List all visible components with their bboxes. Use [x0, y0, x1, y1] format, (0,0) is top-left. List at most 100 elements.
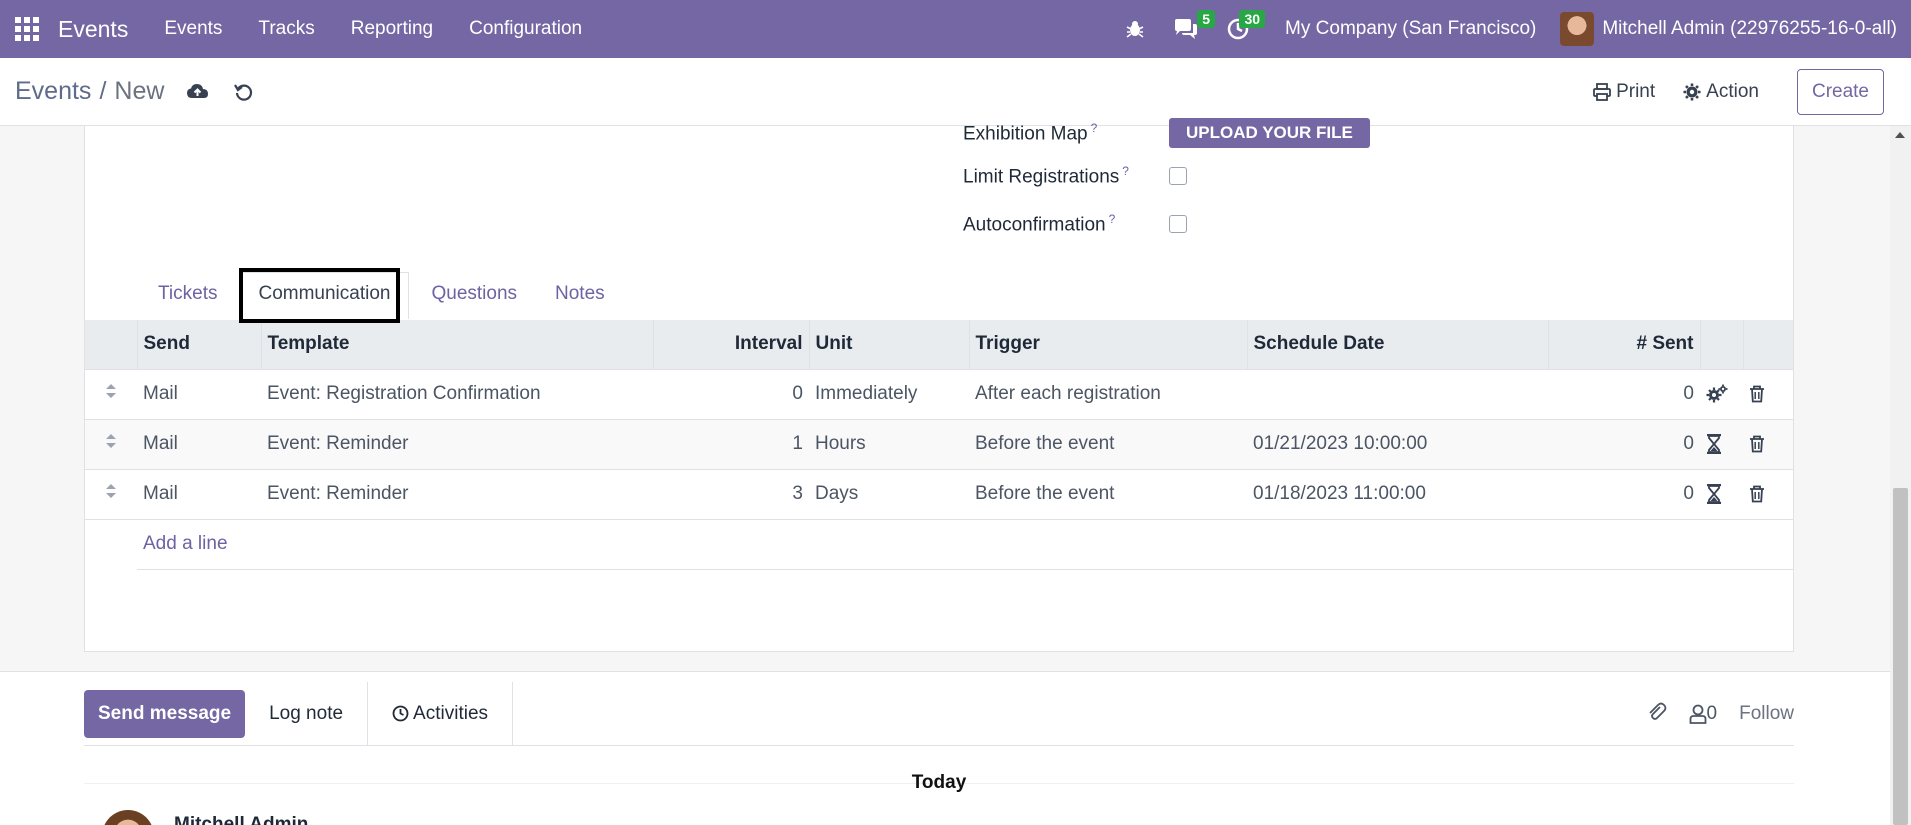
gear-icon — [1683, 83, 1701, 100]
tab-tickets[interactable]: Tickets — [139, 283, 236, 319]
activities-clock-icon[interactable]: 30 — [1213, 10, 1266, 40]
upload-file-button[interactable]: Upload your file — [1169, 118, 1370, 148]
scroll-up-arrow[interactable] — [1895, 132, 1905, 138]
form-sheet: Exhibition Map? Upload your file Limit R… — [84, 118, 1794, 652]
save-cloud-icon[interactable] — [186, 82, 210, 102]
tab-notes[interactable]: Notes — [536, 283, 624, 319]
cell-send: Mail — [137, 468, 261, 519]
chatter: Send message Log note Activities 0 Follo… — [0, 671, 1890, 825]
delete-icon[interactable] — [1743, 368, 1793, 419]
menu-tracks[interactable]: Tracks — [240, 18, 332, 40]
cell-interval: 0 — [653, 368, 809, 419]
delete-icon[interactable] — [1743, 468, 1793, 519]
limit-registrations-label: Limit Registrations? — [963, 164, 1129, 188]
drag-handle-icon[interactable] — [85, 368, 137, 419]
delete-icon[interactable] — [1743, 418, 1793, 469]
chatter-toolbar: Send message Log note Activities 0 Follo… — [84, 681, 1794, 746]
log-note-button[interactable]: Log note — [245, 681, 369, 746]
add-line-link[interactable]: Add a line — [143, 533, 228, 554]
cell-send: Mail — [137, 418, 261, 469]
exhibition-map-field: Exhibition Map? Upload your file — [963, 118, 1370, 148]
hourglass-icon — [1700, 418, 1743, 469]
action-label: Action — [1706, 80, 1759, 102]
menu-reporting[interactable]: Reporting — [333, 18, 451, 40]
app-brand[interactable]: Events — [54, 16, 146, 43]
table-row[interactable]: Mail Event: Registration Confirmation 0 … — [85, 368, 1793, 419]
cell-template: Event: Reminder — [261, 468, 653, 519]
cell-unit: Days — [809, 468, 969, 519]
header-delete — [1743, 320, 1793, 369]
cell-template: Event: Reminder — [261, 418, 653, 469]
cell-unit: Hours — [809, 418, 969, 469]
follow-button[interactable]: Follow — [1739, 703, 1794, 725]
limit-registrations-field: Limit Registrations? — [963, 164, 1187, 188]
add-line-row: Add a line — [85, 518, 1793, 570]
scroll-thumb[interactable] — [1893, 488, 1908, 825]
cell-interval: 3 — [653, 468, 809, 519]
user-menu[interactable]: Mitchell Admin (22976255-16-0-all) — [1560, 12, 1897, 46]
followers-button[interactable]: 0 — [1689, 703, 1717, 725]
table-row[interactable]: Mail Event: Reminder 1 Hours Before the … — [85, 418, 1793, 469]
notebook-tabs: Tickets Communication Questions Notes — [139, 271, 624, 319]
action-button[interactable]: Action — [1683, 81, 1759, 103]
activities-button[interactable]: Activities — [368, 681, 514, 746]
limit-registrations-checkbox[interactable] — [1169, 167, 1187, 186]
print-label: Print — [1616, 80, 1656, 102]
menu-configuration[interactable]: Configuration — [451, 18, 600, 40]
debug-icon[interactable] — [1111, 19, 1159, 39]
autoconfirmation-field: Autoconfirmation? — [963, 212, 1187, 236]
discard-undo-icon[interactable] — [234, 82, 254, 102]
cell-sent: 0 — [1548, 418, 1700, 469]
header-template[interactable]: Template — [261, 320, 654, 369]
create-button[interactable]: Create — [1796, 68, 1884, 115]
company-switcher[interactable]: My Company (San Francisco) — [1263, 18, 1560, 40]
tab-communication[interactable]: Communication — [239, 272, 410, 319]
messages-icon[interactable]: 5 — [1159, 10, 1216, 40]
hourglass-icon — [1700, 468, 1743, 519]
cell-interval: 1 — [653, 418, 809, 469]
today-label: Today — [911, 772, 967, 793]
breadcrumb-current: New — [114, 77, 165, 105]
gears-icon — [1700, 368, 1743, 419]
header-send[interactable]: Send — [137, 320, 262, 369]
clock-icon — [392, 705, 409, 722]
scrollbar[interactable] — [1890, 126, 1911, 825]
paperclip-icon[interactable] — [1645, 700, 1667, 728]
avatar — [1560, 12, 1595, 46]
header-handle — [85, 320, 138, 369]
app-menu-icon[interactable] — [0, 0, 54, 58]
table-row[interactable]: Mail Event: Reminder 3 Days Before the e… — [85, 468, 1793, 519]
autoconfirmation-label: Autoconfirmation? — [963, 212, 1116, 236]
menu-events[interactable]: Events — [146, 18, 240, 40]
header-status — [1700, 320, 1744, 369]
print-button[interactable]: Print — [1593, 81, 1655, 103]
breadcrumb-events[interactable]: Events — [15, 77, 91, 105]
activities-label: Activities — [413, 702, 489, 724]
header-schedule-date[interactable]: Schedule Date — [1247, 320, 1549, 369]
header-interval[interactable]: Interval — [653, 320, 810, 369]
header-sent[interactable]: # Sent — [1548, 320, 1701, 369]
printer-icon — [1593, 82, 1611, 101]
cell-send: Mail — [137, 368, 261, 419]
drag-handle-icon[interactable] — [85, 418, 137, 469]
avatar — [102, 810, 154, 825]
cell-schedule-date: 01/21/2023 10:00:00 — [1247, 418, 1548, 469]
message-header: Mitchell Admin — [102, 810, 308, 825]
message-author[interactable]: Mitchell Admin — [174, 814, 308, 825]
header-trigger[interactable]: Trigger — [969, 320, 1248, 369]
cell-schedule-date — [1247, 368, 1548, 419]
breadcrumb: Events / New — [0, 77, 164, 106]
drag-handle-icon[interactable] — [85, 468, 137, 519]
top-navbar: Events Events Tracks Reporting Configura… — [0, 0, 1911, 58]
breadcrumb-separator: / — [99, 77, 107, 105]
tab-questions[interactable]: Questions — [412, 283, 536, 319]
cell-sent: 0 — [1548, 468, 1700, 519]
header-unit[interactable]: Unit — [809, 320, 970, 369]
autoconfirmation-checkbox[interactable] — [1169, 215, 1187, 234]
cell-sent: 0 — [1548, 368, 1700, 419]
user-icon — [1689, 704, 1706, 724]
send-message-button[interactable]: Send message — [84, 689, 246, 738]
activities-badge: 30 — [1239, 10, 1266, 28]
cell-schedule-date: 01/18/2023 11:00:00 — [1247, 468, 1548, 519]
communication-table: Send Template Interval Unit Trigger Sche… — [85, 320, 1793, 570]
